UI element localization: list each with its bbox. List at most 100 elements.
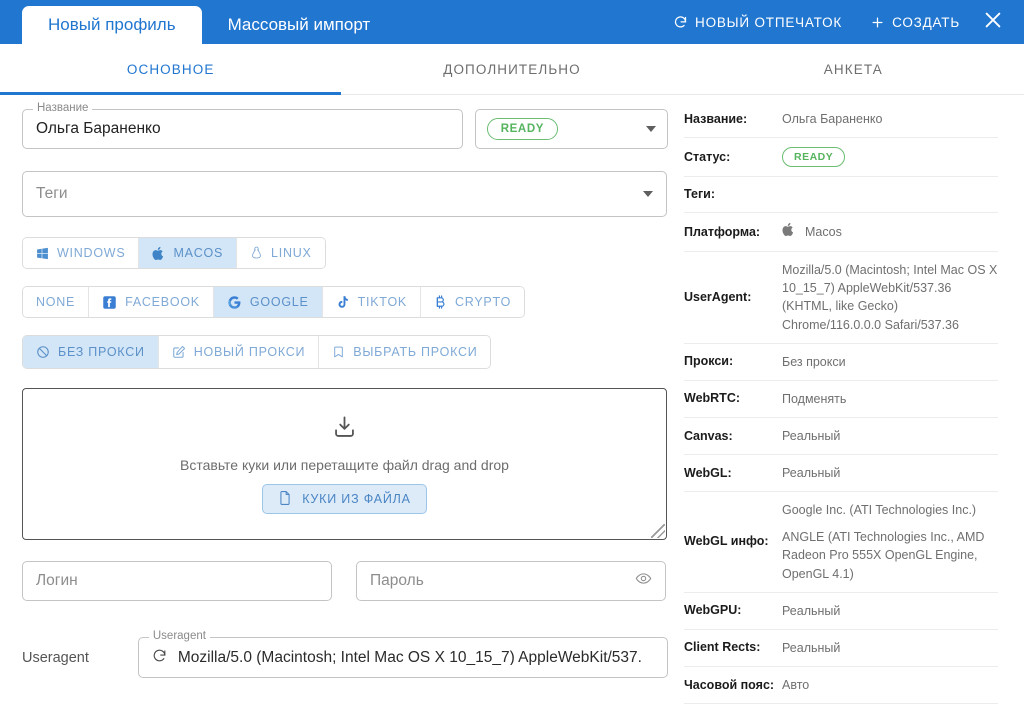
useragent-field-label: Useragent [148,630,210,643]
refresh-icon [673,15,688,30]
info-row-name: Название: Ольга Бараненко [684,101,998,139]
info-value: Реальный [782,603,841,618]
linux-icon [250,246,263,261]
account-option-crypto[interactable]: Crypto [421,287,525,317]
tags-placeholder: Теги [36,185,68,203]
tiktok-icon [336,295,350,310]
account-option-tiktok-label: TikTok [357,295,408,309]
os-option-windows[interactable]: Windows [23,238,140,268]
info-value-secondary: ANGLE (ATI Technologies Inc., AMD Radeon… [782,530,985,581]
create-label: Создать [892,14,960,30]
windows-icon [36,247,49,260]
os-option-windows-label: Windows [57,246,126,260]
name-field-value: Ольга Бараненко [36,120,161,138]
info-key: WebRTC: [684,391,741,406]
status-select[interactable]: READY [474,109,668,149]
profile-summary-panel: Название: Ольга Бараненко Статус: READY … [676,95,1024,704]
field-outline [22,171,667,217]
info-value: Авто [782,677,810,692]
close-button[interactable] [976,3,1014,42]
proxy-option-new[interactable]: Новый прокси [158,336,320,368]
close-icon [982,9,1004,36]
eye-icon[interactable] [635,570,652,592]
proxy-option-none[interactable]: Без прокси [23,336,159,368]
account-option-tiktok[interactable]: TikTok [322,287,422,317]
chevron-down-icon [646,126,656,132]
no-proxy-icon [36,345,50,359]
name-field-label: Название [33,102,93,115]
password-input[interactable]: Пароль [356,561,666,601]
info-value: Реальный [782,466,841,480]
chevron-down-icon [643,191,653,197]
login-input[interactable]: Логин [22,561,332,601]
refresh-icon[interactable] [152,648,167,668]
account-option-google-label: Google [249,295,309,309]
window-tab-mass-import[interactable]: Массовый импорт [202,6,397,44]
info-value: Реальный [782,428,841,443]
info-value: Без прокси [782,354,846,369]
name-field[interactable]: Название Ольга Бараненко [22,102,463,149]
account-option-crypto-label: Crypto [455,295,512,309]
info-row-platform: Платформа: Macos [684,213,998,253]
account-option-google[interactable]: Google [213,287,323,317]
window-tabs: Новый профиль Массовый импорт [0,0,396,44]
cookies-dropzone-text: Вставьте куки или перетащите файл drag a… [180,457,509,473]
info-value-group: Google Inc. (ATI Technologies Inc.) ANGL… [782,501,998,583]
account-option-none-label: None [36,295,76,309]
dropzone-resize-handle[interactable] [651,524,665,538]
cookies-from-file-button[interactable]: Куки из файла [262,484,427,514]
new-fingerprint-label: Новый отпечаток [695,14,843,30]
info-key: Платформа: [684,224,761,239]
info-key: Теги: [684,187,716,202]
os-option-linux[interactable]: Linux [237,238,325,268]
tab-dopolnitelno[interactable]: Дополнительно [341,44,682,94]
window-tab-new-profile[interactable]: Новый профиль [22,6,202,44]
tab-anketa[interactable]: Анкета [683,44,1024,94]
info-value: Реальный [782,640,841,655]
info-value: Mozilla/5.0 (Macintosh; Intel Mac OS X 1… [782,263,998,332]
os-option-linux-label: Linux [271,246,312,260]
cookies-dropzone[interactable]: Вставьте куки или перетащите файл drag a… [22,388,667,540]
info-key: WebGPU: [684,603,742,618]
create-button[interactable]: Создать [858,9,972,36]
cookies-from-file-label: Куки из файла [302,492,411,506]
os-selector: Windows Macos Linux [22,237,668,269]
info-row-tags: Теги: [684,177,998,213]
info-key: Client Rects: [684,640,761,655]
account-option-facebook[interactable]: Facebook [89,287,214,317]
useragent-input[interactable]: Useragent Mozilla/5.0 (Macintosh; Intel … [137,630,668,678]
profile-form: Название Ольга Бараненко READY Теги Wind… [0,95,676,704]
status-badge: READY [486,118,559,140]
info-value: Google Inc. (ATI Technologies Inc.) [782,503,977,518]
google-icon [227,295,242,310]
facebook-icon [102,295,117,310]
account-option-none[interactable]: None [23,287,90,317]
file-icon [278,490,292,509]
useragent-value: Mozilla/5.0 (Macintosh; Intel Mac OS X 1… [177,649,642,666]
proxy-option-select-label: Выбрать прокси [353,345,478,359]
info-value-platform: Macos [782,222,842,242]
credentials-row: Логин Пароль [22,561,668,601]
proxy-option-none-label: Без прокси [58,345,145,359]
password-placeholder: Пароль [370,572,424,590]
os-option-macos[interactable]: Macos [139,238,238,268]
bookmark-icon [332,345,345,359]
info-row-webrtc: WebRTC: Подменять [684,381,998,418]
info-row-status: Статус: READY [684,138,998,178]
plus-icon [870,15,885,30]
info-row-useragent: UserAgent: Mozilla/5.0 (Macintosh; Intel… [684,252,998,344]
window-titlebar: Новый профиль Массовый импорт Новый отпе… [0,0,1024,44]
tab-osnovnoe[interactable]: Основное [0,44,342,95]
proxy-option-select[interactable]: Выбрать прокси [319,336,491,368]
name-status-row: Название Ольга Бараненко READY [22,102,668,149]
apple-icon [152,246,165,261]
tags-select[interactable]: Теги [22,171,667,217]
info-key: Статус: [684,149,731,164]
login-placeholder: Логин [36,572,78,590]
info-key: Часовой пояс: [684,677,775,692]
new-fingerprint-button[interactable]: Новый отпечаток [661,9,854,36]
info-key: Canvas: [684,428,733,443]
account-option-facebook-label: Facebook [125,295,200,309]
info-key: Прокси: [684,354,734,369]
info-value: Macos [805,225,842,239]
